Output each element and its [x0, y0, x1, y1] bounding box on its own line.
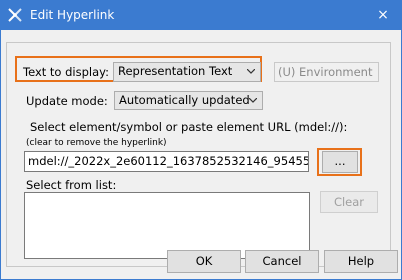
window-title: Edit Hyperlink	[30, 8, 115, 22]
update-mode-value: Automatically updated	[119, 93, 250, 107]
clear-button: Clear	[320, 191, 378, 213]
dialog-body: Text to display: Representation Text (U)…	[1, 30, 401, 279]
close-icon[interactable]: ×	[372, 4, 394, 26]
ok-button[interactable]: OK	[167, 250, 241, 273]
text-to-display-combo[interactable]: Representation Text	[113, 62, 261, 82]
update-mode-combo[interactable]: Automatically updated	[114, 91, 263, 110]
help-button[interactable]: Help	[324, 250, 398, 273]
browse-button[interactable]: ...	[322, 151, 358, 173]
element-url-input[interactable]: mdel://_2022x_2e60112_1637852532146_9545…	[24, 151, 309, 172]
environment-field: (U) Environment	[274, 62, 379, 82]
cancel-button[interactable]: Cancel	[245, 250, 319, 273]
select-list-label: Select from list:	[26, 178, 117, 192]
chevron-down-icon	[249, 98, 257, 103]
text-to-display-value: Representation Text	[118, 64, 233, 78]
text-to-display-label: Text to display:	[23, 65, 109, 79]
app-icon	[8, 8, 22, 22]
dialog-window: Edit Hyperlink × Text to display: Repres…	[0, 0, 402, 280]
title-bar[interactable]: Edit Hyperlink ×	[0, 0, 402, 30]
element-list[interactable]	[24, 192, 310, 259]
select-element-label: Select element/symbol or paste element U…	[30, 120, 348, 134]
chevron-down-icon	[247, 69, 255, 74]
clear-hint-label: (clear to remove the hyperlink)	[26, 138, 167, 148]
update-mode-label: Update mode:	[26, 94, 108, 108]
